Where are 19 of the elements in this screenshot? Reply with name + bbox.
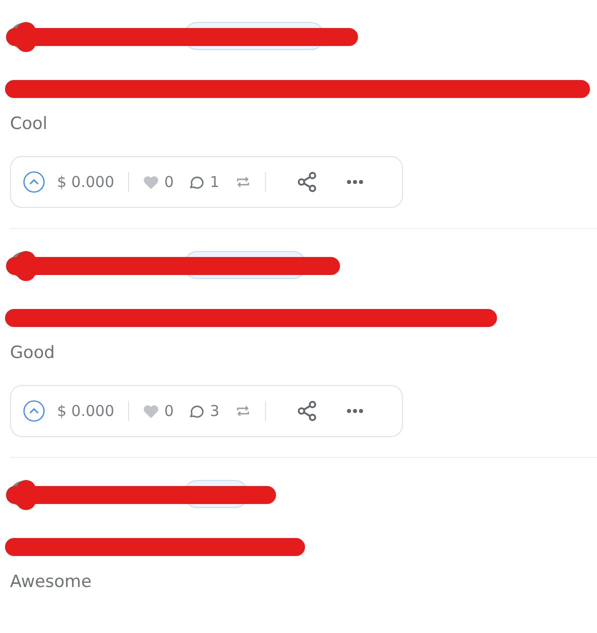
share-icon[interactable] xyxy=(296,400,318,422)
post-body: Cool xyxy=(10,114,48,134)
comment-icon[interactable] xyxy=(188,402,205,420)
upvote-icon[interactable] xyxy=(23,171,45,193)
tip-amount: $ 0.000 xyxy=(57,402,114,420)
like-count: 0 xyxy=(164,402,174,420)
upvote-icon[interactable] xyxy=(23,400,45,422)
post-body: Good xyxy=(10,343,56,363)
share-icon[interactable] xyxy=(296,171,318,193)
repost-icon[interactable] xyxy=(235,403,252,419)
comment-icon[interactable] xyxy=(188,174,205,190)
comment-count: 3 xyxy=(210,402,220,420)
post-body: Awesome xyxy=(10,572,93,592)
more-icon[interactable] xyxy=(346,179,364,185)
repost-icon[interactable] xyxy=(235,174,252,190)
comment-count: 1 xyxy=(210,173,220,191)
like-count: 0 xyxy=(164,173,174,191)
tip-amount: $ 0.000 xyxy=(57,173,114,191)
more-icon[interactable] xyxy=(346,408,364,414)
